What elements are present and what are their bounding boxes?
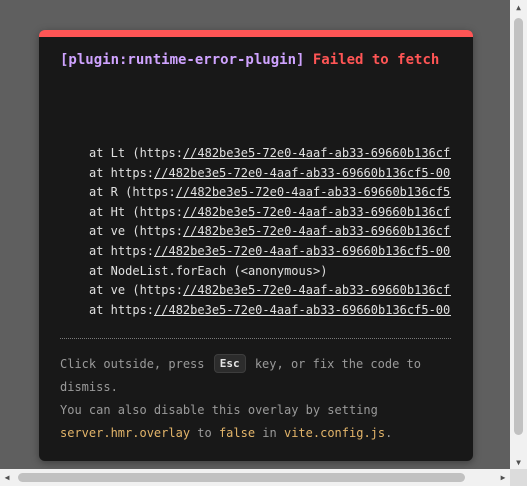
esc-key: Esc	[213, 354, 246, 373]
vertical-scrollbar[interactable]: ▲ ▼	[510, 0, 527, 469]
tip-text: in	[255, 426, 284, 440]
stack-frame: at Lt (https://482be3e5-72e0-4aaf-ab33-6…	[60, 144, 451, 164]
horizontal-scrollbar[interactable]: ◀ ▶	[0, 469, 510, 486]
frame-url-link[interactable]: //482be3e5-72e0-4aaf-ab33-69660b136cf5-0…	[154, 244, 451, 258]
stack-frame: at NodeList.forEach (<anonymous>)	[60, 262, 451, 282]
frame-url-link[interactable]: //482be3e5-72e0-4aaf-ab33-69660b136cf5	[183, 146, 451, 160]
frame-url-link[interactable]: //482be3e5-72e0-4aaf-ab33-69660b136cf5-	[176, 185, 451, 199]
scroll-right-icon[interactable]: ▶	[496, 469, 510, 486]
scrollbar-corner	[510, 469, 527, 486]
frame-prefix: at https:	[89, 302, 155, 317]
horizontal-scroll-thumb[interactable]	[18, 473, 465, 482]
frame-prefix: at https:	[89, 243, 155, 258]
stack-frame: at https://482be3e5-72e0-4aaf-ab33-69660…	[60, 242, 451, 262]
stack-frame: at https://482be3e5-72e0-4aaf-ab33-69660…	[60, 301, 451, 321]
scroll-left-icon[interactable]: ◀	[0, 469, 14, 486]
frame-prefix: at ve (https:	[89, 224, 183, 239]
scroll-down-icon[interactable]: ▼	[510, 455, 527, 469]
tip-text: Click outside, press	[60, 357, 212, 371]
tip-text: to	[190, 426, 219, 440]
page-backdrop[interactable]: [plugin:runtime-error-plugin] Failed to …	[0, 0, 527, 486]
error-text: Failed to fetch	[312, 52, 440, 68]
frame-prefix: at Lt (https:	[89, 146, 183, 160]
frame-url-link[interactable]: //482be3e5-72e0-4aaf-ab33-69660b136cf5	[183, 205, 451, 219]
stack-frame: at https://482be3e5-72e0-4aaf-ab33-69660…	[60, 164, 451, 184]
divider	[60, 338, 451, 339]
stack-frame: at R (https://482be3e5-72e0-4aaf-ab33-69…	[60, 183, 451, 203]
stack-frame: at ve (https://482be3e5-72e0-4aaf-ab33-6…	[60, 281, 451, 301]
frame-prefix: at NodeList.forEach (<anonymous>)	[89, 263, 328, 278]
config-key: server.hmr.overlay	[60, 426, 191, 440]
plugin-name: [plugin:runtime-error-plugin]	[60, 52, 305, 68]
frame-url-link[interactable]: //482be3e5-72e0-4aaf-ab33-69660b136cf5-0…	[154, 166, 451, 180]
frame-prefix: at Ht (https:	[89, 204, 183, 219]
stack-trace: at Lt (https://482be3e5-72e0-4aaf-ab33-6…	[60, 144, 451, 320]
vertical-scroll-thumb[interactable]	[514, 18, 523, 435]
frame-url-link[interactable]: //482be3e5-72e0-4aaf-ab33-69660b136cf5	[183, 283, 451, 297]
scroll-up-icon[interactable]: ▲	[510, 0, 527, 14]
dismiss-tip: Click outside, press Esc key, or fix the…	[60, 353, 450, 445]
error-overlay: [plugin:runtime-error-plugin] Failed to …	[39, 30, 473, 461]
tip-text: .	[385, 426, 393, 440]
config-file: vite.config.js	[283, 426, 386, 440]
error-message: [plugin:runtime-error-plugin] Failed to …	[60, 50, 450, 71]
frame-url-link[interactable]: //482be3e5-72e0-4aaf-ab33-69660b136cf5-0…	[154, 303, 451, 317]
tip-text: You can also disable this overlay by set…	[60, 403, 378, 417]
stack-frame: at Ht (https://482be3e5-72e0-4aaf-ab33-6…	[60, 203, 451, 223]
frame-url-link[interactable]: //482be3e5-72e0-4aaf-ab33-69660b136cf5	[183, 224, 451, 238]
frame-prefix: at https:	[89, 165, 155, 180]
frame-prefix: at R (https:	[89, 185, 176, 200]
config-value: false	[218, 426, 256, 440]
stack-frame: at ve (https://482be3e5-72e0-4aaf-ab33-6…	[60, 222, 451, 242]
frame-prefix: at ve (https:	[89, 283, 183, 298]
